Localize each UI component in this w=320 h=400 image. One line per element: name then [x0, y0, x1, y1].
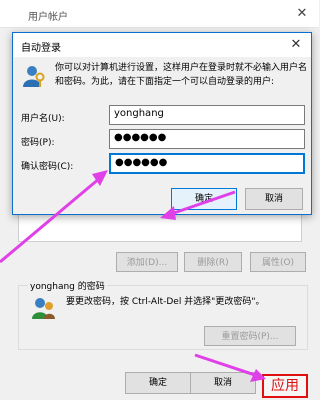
username-label: 用户名(U): [21, 114, 65, 124]
background-window-titlebar: 用户帐户 [0, 0, 319, 28]
dialog-description: 你可以对计算机进行设置，这样用户在登录时就不必输入用户名和密码。为此，请在下面指… [55, 63, 308, 87]
confirm-password-input[interactable]: ●●●●●● [109, 153, 305, 174]
dialog-title: 自动登录 [21, 43, 61, 54]
background-cancel-button[interactable]: 取消 [190, 372, 256, 394]
password-input[interactable]: ●●●●●● [109, 129, 305, 149]
password-instructions: 要更改密码，按 Ctrl-Alt-Del 并选择"更改密码"。 [66, 297, 265, 307]
user-key-icon [23, 66, 45, 87]
autologon-dialog: 自动登录 ✕ 你可以对计算机进行设置，这样用户在登录时就不必输入用户名和密码。为… [12, 32, 312, 215]
close-icon[interactable]: ✕ [287, 36, 305, 54]
password-group-label: yonghang 的密码 [28, 279, 107, 292]
reset-password-button[interactable]: 重置密码(P)... [204, 326, 296, 346]
users-icon [32, 298, 55, 319]
dialog-titlebar: 自动登录 [13, 33, 311, 57]
dialog-ok-button[interactable]: 确定 [171, 188, 237, 210]
dialog-cancel-button[interactable]: 取消 [245, 188, 303, 210]
background-window-title: 用户帐户 [28, 12, 68, 23]
close-icon[interactable]: ✕ [294, 6, 310, 22]
background-ok-button[interactable]: 确定 [125, 372, 191, 394]
properties-button[interactable]: 属性(O) [250, 252, 306, 272]
apply-button[interactable]: 应用 [262, 374, 308, 398]
confirm-password-label: 确认密码(C): [21, 162, 74, 172]
username-input[interactable]: yonghang [109, 105, 305, 125]
password-label: 密码(P): [21, 138, 55, 148]
remove-user-button[interactable]: 删除(R) [184, 252, 242, 272]
add-user-button[interactable]: 添加(D)... [116, 252, 178, 272]
